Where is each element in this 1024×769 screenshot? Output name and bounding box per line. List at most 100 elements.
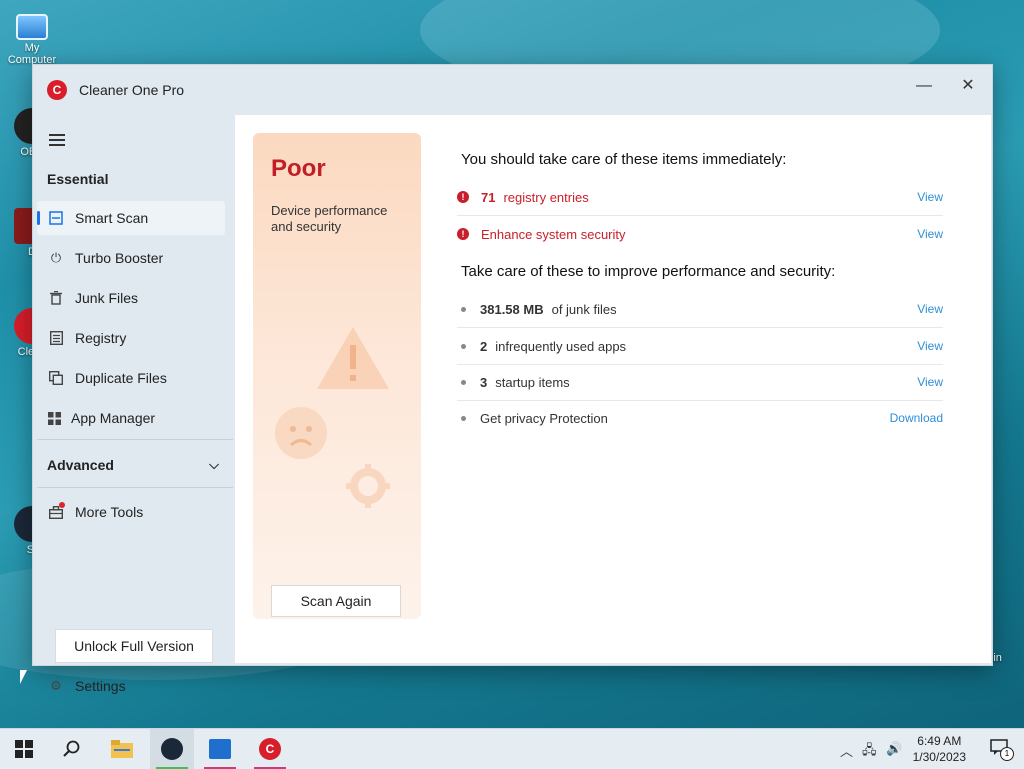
trash-icon — [49, 291, 63, 305]
alert-icon: ! — [457, 191, 469, 203]
bullet — [461, 379, 466, 385]
desktop-icon-label: My Computer — [7, 42, 57, 66]
sidebar-item-settings[interactable]: ⚙ Settings — [37, 669, 225, 703]
alert-icon: ! — [457, 228, 469, 240]
sidebar-item-app-manager[interactable]: App Manager — [37, 401, 225, 435]
section-essential: Essential — [47, 171, 109, 187]
desktop-icon-my-computer[interactable]: My Computer — [4, 10, 60, 66]
clock[interactable]: 6:49 AM 1/30/2023 — [913, 733, 966, 765]
hamburger-menu-icon[interactable] — [49, 131, 65, 149]
sidebar-item-label: Settings — [75, 678, 126, 694]
folder-icon — [111, 740, 133, 758]
minimize-icon: — — [916, 77, 932, 94]
section-advanced[interactable]: Advanced ⌵ — [47, 457, 229, 473]
heading-improve: Take care of these to improve performanc… — [461, 263, 836, 280]
improve-text: of junk files — [551, 301, 617, 317]
sidebar-item-more-tools[interactable]: More Tools — [37, 495, 225, 529]
view-junk-link[interactable]: View — [917, 302, 943, 316]
duplicate-icon — [49, 371, 63, 385]
improve-row-apps: 2 infrequently used apps View — [457, 328, 943, 365]
sidebar-item-label: Registry — [75, 330, 127, 346]
sidebar: Essential Smart Scan ⏻ Turbo Booster Jun… — [33, 113, 233, 694]
sidebar-item-turbo-booster[interactable]: ⏻ Turbo Booster — [37, 241, 225, 275]
divider — [37, 439, 233, 440]
bullet — [461, 415, 466, 421]
search-button[interactable] — [50, 729, 94, 769]
clock-time: 6:49 AM — [917, 734, 962, 748]
issue-count: 71 — [481, 189, 496, 205]
status-subtitle: Device performance and security — [271, 203, 388, 234]
chevron-up-icon[interactable]: ︿ — [840, 741, 853, 760]
view-registry-link[interactable]: View — [917, 190, 943, 204]
gear-illustration-icon — [346, 464, 390, 508]
registry-icon — [49, 331, 63, 345]
sidebar-item-label: Duplicate Files — [75, 370, 167, 386]
improve-count: 381.58 MB — [480, 301, 544, 317]
sidebar-item-junk-files[interactable]: Junk Files — [37, 281, 225, 315]
issue-row-registry: ! 71 registry entries View — [457, 179, 943, 216]
divider — [37, 487, 233, 488]
clock-date: 1/30/2023 — [912, 750, 966, 764]
scan-again-button[interactable]: Scan Again — [271, 585, 401, 617]
improve-row-junk: 381.58 MB of junk files View — [457, 291, 943, 328]
issue-text: Enhance system security — [481, 226, 626, 242]
section-advanced-label: Advanced — [47, 457, 114, 473]
windows-logo-icon — [15, 740, 33, 758]
toolbox-icon — [49, 502, 65, 519]
close-button[interactable]: ✕ — [954, 73, 982, 101]
cleaner-one-logo-icon: C — [47, 80, 67, 100]
improve-count: 2 — [480, 338, 488, 354]
unlock-full-version-button[interactable]: Unlock Full Version — [55, 629, 213, 663]
sidebar-item-label: App Manager — [71, 410, 156, 426]
power-icon: ⏻ — [50, 250, 62, 265]
taskbar-store[interactable] — [198, 729, 242, 769]
notification-center-button[interactable]: 1 — [990, 739, 1014, 761]
chevron-down-icon: ⌵ — [209, 457, 219, 472]
title-bar[interactable]: C Cleaner One Pro — ✕ — [33, 65, 992, 113]
improve-row-startup: 3 startup items View — [457, 364, 943, 401]
grid-icon — [47, 411, 61, 425]
taskbar-steam[interactable] — [150, 729, 194, 769]
volume-icon[interactable]: 🔊 — [886, 741, 902, 757]
sad-face-illustration-icon — [275, 407, 327, 459]
main-content: Poor Device performance and security Sca… — [235, 115, 991, 663]
issue-text: registry entries — [503, 189, 589, 205]
warning-illustration-icon — [317, 327, 389, 389]
mouse-cursor — [20, 670, 34, 684]
steam-icon — [161, 738, 183, 760]
taskbar: C ︿ 🖧 🔊 6:49 AM 1/30/2023 1 — [0, 728, 1024, 769]
improve-row-privacy: Get privacy Protection Download — [457, 400, 943, 436]
store-icon — [209, 739, 231, 759]
taskbar-file-explorer[interactable] — [100, 729, 144, 769]
start-button[interactable] — [2, 729, 46, 769]
status-rating: Poor — [271, 155, 326, 182]
bullet — [461, 306, 466, 312]
sidebar-item-smart-scan[interactable]: Smart Scan — [37, 201, 225, 235]
improve-text: infrequently used apps — [495, 338, 627, 354]
cleaner-one-icon: C — [259, 738, 281, 760]
computer-icon — [16, 14, 48, 40]
sidebar-item-label: Smart Scan — [75, 210, 149, 226]
close-icon: ✕ — [961, 77, 975, 94]
view-startup-link[interactable]: View — [917, 375, 943, 389]
network-icon[interactable]: 🖧 — [862, 741, 877, 763]
notification-dot — [59, 502, 65, 508]
taskbar-cleaner-one[interactable]: C — [248, 729, 292, 769]
download-privacy-link[interactable]: Download — [890, 411, 943, 425]
issue-row-security: ! Enhance system security View — [457, 216, 943, 252]
view-security-link[interactable]: View — [917, 227, 943, 241]
minimize-button[interactable]: — — [910, 73, 938, 101]
heading-immediate: You should take care of these items imme… — [461, 151, 787, 168]
view-apps-link[interactable]: View — [917, 339, 943, 353]
sidebar-item-label: More Tools — [75, 504, 144, 520]
search-icon — [63, 740, 80, 757]
improve-text: startup items — [495, 374, 570, 390]
smart-scan-icon — [49, 211, 63, 225]
improve-text: Get privacy Protection — [480, 410, 608, 426]
improve-count: 3 — [480, 374, 488, 390]
sidebar-item-duplicate-files[interactable]: Duplicate Files — [37, 361, 225, 395]
notification-count: 1 — [1000, 747, 1014, 761]
cleaner-one-pro-window: C Cleaner One Pro — ✕ Essential Smart Sc… — [32, 64, 993, 694]
status-card: Poor Device performance and security Sca… — [253, 133, 421, 619]
sidebar-item-registry[interactable]: Registry — [37, 321, 225, 355]
